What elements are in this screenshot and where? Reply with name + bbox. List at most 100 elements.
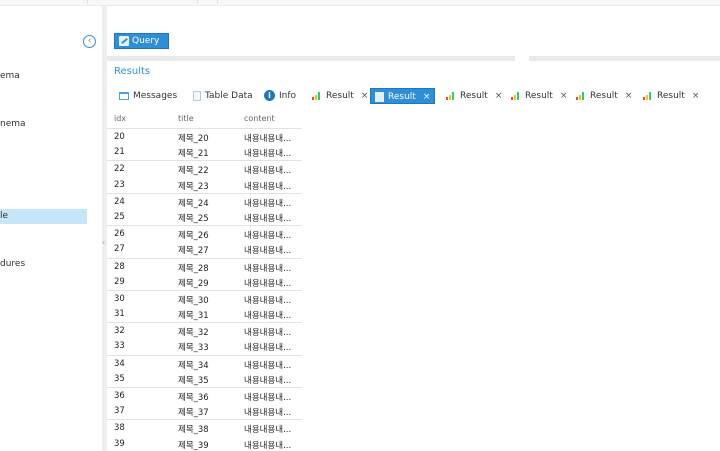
table-row[interactable]: 34 제목_34 내용내용내... — [107, 354, 302, 371]
cell-title: 제목_20 — [178, 134, 209, 144]
table-row[interactable]: 25 제목_25 내용내용내... — [107, 209, 302, 225]
table-row[interactable]: 31 제목_31 내용내용내... — [107, 306, 302, 322]
bar-chart-icon — [511, 91, 521, 100]
cell-content: 내용내용내... — [244, 278, 292, 289]
document-icon — [375, 91, 384, 102]
cell-title: 제목_23 — [178, 181, 209, 192]
table-row[interactable]: 21 제목_21 내용내용내... — [107, 144, 302, 160]
top-tab[interactable] — [88, 0, 198, 4]
tab-label: Table Data — [205, 91, 253, 101]
tab-result[interactable]: Result × — [643, 88, 699, 104]
table-row[interactable]: 36 제목_36 내용내용내... — [107, 387, 302, 403]
sidebar-item[interactable]: ema — [0, 71, 20, 81]
table-row[interactable]: 30 제목_30 내용내용내... — [107, 289, 302, 306]
cell-content: 내용내용내... — [244, 375, 292, 386]
cell-content: 내용내용내... — [244, 134, 292, 144]
close-icon[interactable]: × — [692, 91, 700, 101]
cell-idx: 31 — [114, 309, 125, 320]
cell-content: 내용내용내... — [244, 311, 292, 322]
column-header-idx[interactable]: idx — [114, 114, 126, 123]
table-row[interactable]: 26 제목_26 내용내용내... — [107, 225, 302, 241]
cell-idx: 34 — [114, 358, 125, 369]
tab-result[interactable]: Result × — [446, 88, 502, 104]
cell-idx: 38 — [114, 423, 125, 434]
sidebar-item[interactable]: nema — [0, 119, 26, 129]
table-row[interactable]: 35 제목_35 내용내용내... — [107, 371, 302, 387]
sidebar-item-label: ema — [0, 71, 20, 81]
table-row[interactable]: 32 제목_32 내용내용내... — [107, 322, 302, 338]
cell-content: 내용내용내... — [244, 440, 292, 451]
column-header-content[interactable]: content — [244, 114, 299, 123]
close-icon[interactable]: × — [423, 92, 431, 102]
tab-label: Result — [590, 91, 618, 101]
bar-chart-icon — [446, 91, 456, 100]
table-row[interactable]: 20 제목_20 내용내용내... — [107, 128, 302, 144]
cell-title: 제목_31 — [178, 311, 209, 322]
table-row[interactable]: 39 제목_39 내용내용내... — [107, 436, 302, 451]
cell-idx: 27 — [114, 244, 125, 255]
cell-title: 제목_27 — [178, 246, 209, 257]
sidebar-item-label: le — [0, 211, 9, 221]
grid-header: idx title content — [107, 112, 302, 128]
cell-idx: 32 — [114, 326, 125, 337]
object-sidebar: ‹ ema nema le dures — [0, 6, 102, 451]
tab-label: Result — [525, 91, 553, 101]
bar-chart-icon — [576, 91, 586, 100]
table-row[interactable]: 27 제목_27 내용내용내... — [107, 241, 302, 257]
cell-idx: 39 — [114, 438, 125, 449]
table-row[interactable]: 33 제목_33 내용내용내... — [107, 338, 302, 354]
splitter-arrow-icon[interactable]: ‹ — [102, 238, 105, 247]
close-icon[interactable]: × — [625, 91, 633, 101]
cell-content: 내용내용내... — [244, 246, 292, 257]
tab-table-data[interactable]: Table Data — [193, 88, 253, 104]
tab-label: Messages — [133, 91, 178, 101]
sidebar-item-label: nema — [0, 119, 26, 129]
cell-content: 내용내용내... — [244, 360, 292, 371]
cell-title: 제목_22 — [178, 166, 209, 177]
close-icon[interactable]: × — [560, 91, 568, 101]
bar-chart-icon — [312, 91, 322, 100]
tab-result-active[interactable]: Result × — [370, 88, 436, 104]
tab-label: Result — [657, 91, 685, 101]
tab-messages[interactable]: Messages — [119, 88, 177, 104]
sidebar-item-selected[interactable]: le — [0, 209, 87, 224]
table-row[interactable]: 28 제목_28 내용내용내... — [107, 257, 302, 274]
cell-idx: 28 — [114, 261, 125, 272]
tab-label: Result — [460, 91, 488, 101]
cell-title: 제목_24 — [178, 198, 209, 209]
table-row[interactable]: 37 제목_37 내용내용내... — [107, 403, 302, 419]
query-button[interactable]: Query — [114, 33, 169, 49]
close-icon[interactable]: × — [495, 91, 503, 101]
results-title: Results — [114, 66, 151, 77]
horizontal-splitter[interactable] — [107, 56, 720, 61]
tab-result[interactable]: Result × — [576, 88, 632, 104]
sidebar-item[interactable]: dures — [0, 259, 25, 269]
cell-content: 내용내용내... — [244, 393, 292, 403]
cell-title: 제목_39 — [178, 440, 209, 451]
close-icon[interactable]: × — [361, 91, 369, 101]
table-row[interactable]: 38 제목_38 내용내용내... — [107, 419, 302, 435]
splitter-handle[interactable] — [515, 56, 529, 61]
table-row[interactable]: 29 제목_29 내용내용내... — [107, 274, 302, 290]
cell-title: 제목_25 — [178, 213, 209, 224]
column-header-title[interactable]: title — [178, 114, 194, 123]
table-row[interactable]: 24 제목_24 내용내용내... — [107, 192, 302, 209]
tab-result[interactable]: Result × — [511, 88, 567, 104]
cell-content: 내용내용내... — [244, 213, 292, 224]
top-tab[interactable] — [0, 0, 88, 4]
cell-content: 내용내용내... — [244, 408, 292, 419]
table-row[interactable]: 23 제목_23 내용내용내... — [107, 177, 302, 193]
tab-info[interactable]: i Info — [264, 88, 296, 104]
main-panel: Query Results Messages Table Data i Info … — [107, 6, 720, 451]
cell-content: 내용내용내... — [244, 181, 292, 192]
cell-idx: 20 — [114, 132, 125, 142]
table-row[interactable]: 22 제목_22 내용내용내... — [107, 160, 302, 176]
tab-result[interactable]: Result × — [312, 88, 368, 104]
cell-content: 내용내용내... — [244, 198, 292, 209]
sidebar-item-label: dures — [0, 259, 26, 269]
cell-title: 제목_38 — [178, 425, 209, 436]
tab-label: Result — [326, 91, 354, 101]
top-tab[interactable] — [198, 0, 218, 4]
pencil-icon — [119, 36, 129, 46]
collapse-sidebar-icon[interactable]: ‹ — [83, 35, 96, 48]
